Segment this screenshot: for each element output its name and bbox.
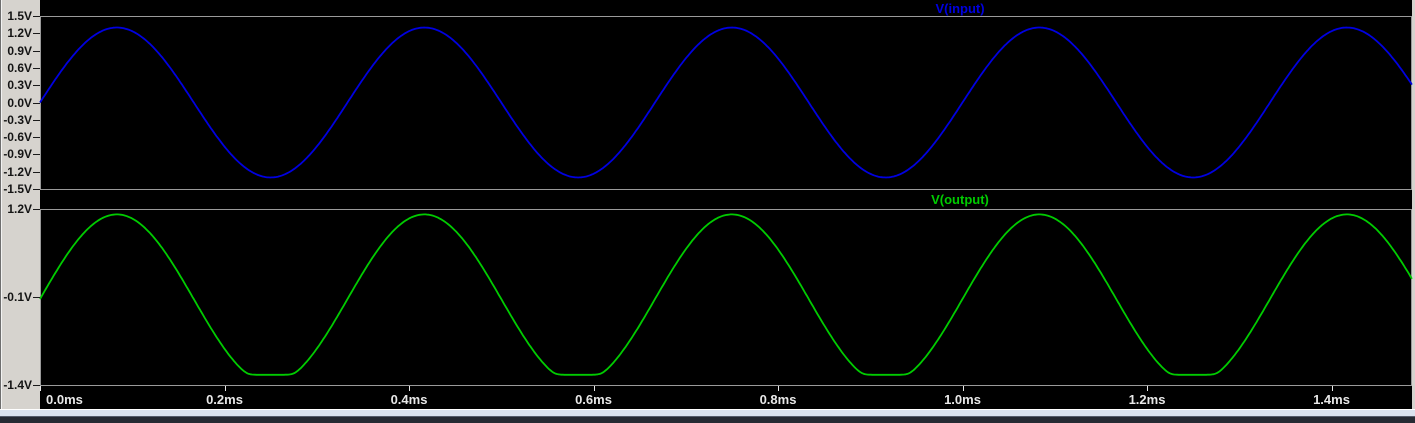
y-tick-label: -1.2V bbox=[3, 164, 32, 179]
x-tick-mark bbox=[224, 386, 226, 391]
y-tick-label: -0.1V bbox=[3, 290, 32, 304]
trace-vinput[interactable] bbox=[39, 26, 1413, 179]
y-tick-mark bbox=[33, 297, 40, 298]
y-tick-label: 0.6V bbox=[7, 60, 32, 75]
x-tick-mark bbox=[1147, 386, 1148, 391]
y-tick-mark bbox=[33, 119, 40, 121]
y-tick-mark bbox=[33, 171, 40, 173]
x-tick-mark bbox=[40, 386, 41, 391]
x-tick-label: 0.4ms bbox=[390, 392, 428, 407]
y-tick-label: 1.5V bbox=[7, 9, 32, 23]
x-tick-label: 0.2ms bbox=[206, 392, 243, 407]
y-tick-mark bbox=[33, 50, 40, 52]
y-tick-mark bbox=[33, 33, 40, 35]
y-tick-mark bbox=[33, 102, 40, 104]
y-tick-label: 0.9V bbox=[7, 43, 32, 58]
y-tick-mark bbox=[33, 16, 40, 17]
y-tick-label: -1.4V bbox=[3, 378, 32, 392]
x-tick-mark bbox=[778, 386, 779, 391]
waveform-viewer-window: V(input) V(output) 1.5V 1.2V 0.9V 0.6V 0.3V 0… bbox=[0, 0, 1415, 423]
y-tick-label: -0.9V bbox=[3, 147, 32, 162]
y-tick-label: 0.0V bbox=[7, 95, 32, 110]
y-tick-label: 1.2V bbox=[7, 26, 32, 41]
y-tick-label: -0.3V bbox=[3, 112, 32, 127]
x-tick-label: 0.6ms bbox=[575, 392, 612, 407]
trace-label-vinput[interactable]: V(input) bbox=[935, 1, 984, 16]
x-tick-label: 0.0ms bbox=[46, 392, 83, 407]
y-tick-label: -1.5V bbox=[3, 182, 32, 196]
y-tick-mark bbox=[33, 154, 40, 156]
x-tick-mark bbox=[962, 386, 964, 391]
y-tick-label: 0.3V bbox=[7, 78, 32, 93]
trace-label-voutput[interactable]: V(output) bbox=[931, 192, 989, 207]
y-tick-mark bbox=[33, 137, 40, 139]
x-tick-label: 1.2ms bbox=[1128, 392, 1166, 407]
x-tick-mark bbox=[409, 386, 410, 391]
x-tick-label: 1.4ms bbox=[1313, 392, 1350, 407]
y-tick-mark bbox=[33, 385, 40, 386]
y-tick-mark bbox=[33, 85, 40, 87]
x-tick-mark bbox=[1331, 386, 1333, 391]
y-tick-mark bbox=[33, 209, 40, 210]
waveform-traces-canvas bbox=[39, 26, 1413, 376]
x-tick-label: 0.8ms bbox=[759, 392, 797, 407]
y-tick-label: -0.6V bbox=[3, 130, 32, 145]
y-tick-label: 1.2V bbox=[7, 202, 32, 216]
taskbar-sliver bbox=[0, 416, 1415, 423]
y-tick-mark bbox=[33, 189, 40, 190]
x-tick-mark bbox=[593, 386, 595, 391]
trace-voutput[interactable] bbox=[39, 213, 1413, 376]
x-tick-label: 1.0ms bbox=[944, 392, 981, 407]
y-tick-mark bbox=[33, 67, 40, 69]
